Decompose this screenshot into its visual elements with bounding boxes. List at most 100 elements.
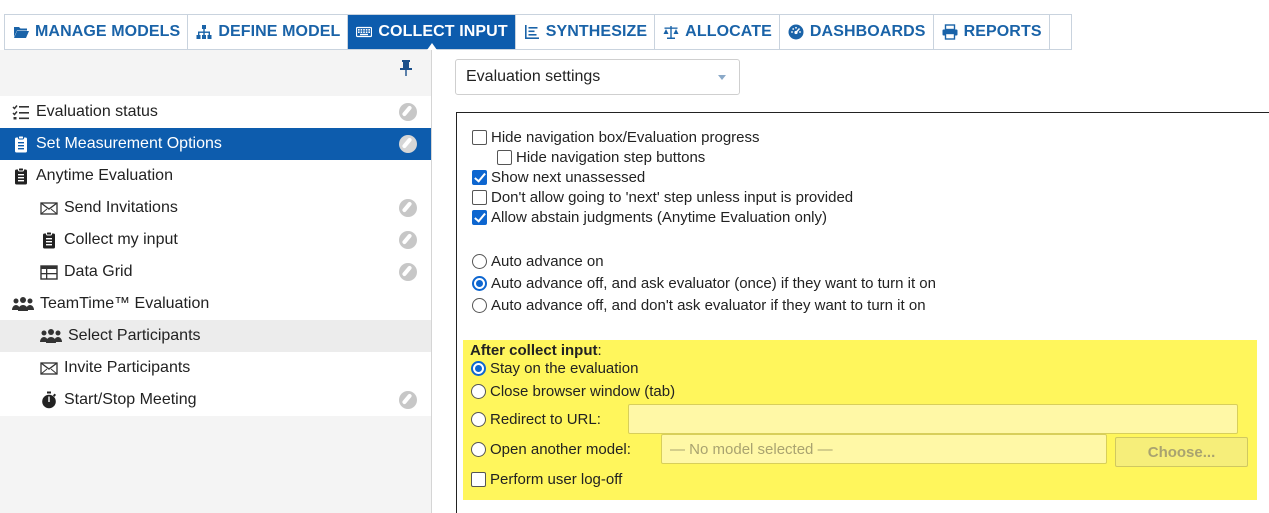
hierarchy-icon bbox=[196, 25, 212, 39]
model-select-field[interactable]: — No model selected — bbox=[661, 434, 1107, 464]
radio-redirect-url[interactable]: Redirect to URL: bbox=[471, 411, 601, 428]
sidebar-item-label: Invite Participants bbox=[64, 359, 191, 376]
sidebar-item-anytime-evaluation[interactable]: Anytime Evaluation bbox=[0, 160, 431, 192]
completed-check-icon bbox=[399, 391, 417, 409]
users-icon bbox=[12, 297, 34, 311]
show-next-unassessed-checkbox[interactable] bbox=[472, 170, 487, 185]
sidebar-item-label: Select Participants bbox=[68, 327, 201, 344]
redirect-url-input[interactable] bbox=[628, 404, 1238, 434]
option-perform-logoff[interactable]: Perform user log-off bbox=[471, 471, 622, 488]
list-icon bbox=[524, 25, 539, 39]
tab-define-model[interactable]: DEFINE MODEL bbox=[188, 15, 349, 49]
tab-label: MANAGE MODELS bbox=[35, 23, 181, 40]
sidebar-item-teamtime-evaluation[interactable]: TeamTime™ Evaluation bbox=[0, 288, 431, 320]
active-tab-caret bbox=[426, 43, 437, 50]
completed-check-icon bbox=[399, 199, 417, 217]
completed-check-icon bbox=[399, 135, 417, 153]
option-hide-nav-box[interactable]: Hide navigation box/Evaluation progress bbox=[472, 129, 760, 146]
sidebar-item-label: Start/Stop Meeting bbox=[64, 391, 197, 408]
option-dont-allow-next[interactable]: Don't allow going to 'next' step unless … bbox=[472, 189, 853, 206]
choose-model-button[interactable]: Choose... bbox=[1115, 437, 1248, 467]
sidebar-item-label: Send Invitations bbox=[64, 199, 178, 216]
envelope-icon bbox=[40, 362, 58, 375]
perform-logoff-checkbox[interactable] bbox=[471, 472, 486, 487]
model-select-placeholder: — No model selected — bbox=[670, 440, 833, 458]
sidebar-item-start-stop-meeting[interactable]: Start/Stop Meeting bbox=[0, 384, 431, 416]
radio-label: Open another model: bbox=[490, 441, 631, 458]
radio-auto-advance-on[interactable]: Auto advance on bbox=[472, 253, 604, 270]
users-icon bbox=[40, 329, 62, 343]
printer-icon bbox=[942, 24, 958, 40]
tab-dashboards[interactable]: DASHBOARDS bbox=[780, 15, 934, 49]
after-collect-header: After collect input: bbox=[470, 342, 602, 359]
sidebar-item-set-measurement-options[interactable]: Set Measurement Options bbox=[0, 128, 431, 160]
after-collect-header-text: After collect input bbox=[470, 342, 598, 359]
pin-icon[interactable] bbox=[399, 60, 413, 76]
tab-manage-models[interactable]: MANAGE MODELS bbox=[4, 15, 189, 49]
radio-label: Stay on the evaluation bbox=[490, 360, 639, 377]
checklist-icon bbox=[12, 105, 29, 120]
chevron-down-icon bbox=[718, 75, 726, 80]
sidebar-item-label: Anytime Evaluation bbox=[36, 167, 173, 184]
sidebar: Evaluation status Set Measurement Option… bbox=[0, 50, 432, 513]
folder-open-icon bbox=[14, 27, 29, 38]
clipboard-list-icon bbox=[15, 135, 27, 153]
clipboard-icon bbox=[43, 231, 55, 249]
option-label: Hide navigation step buttons bbox=[516, 149, 706, 166]
option-label: Perform user log-off bbox=[490, 471, 623, 488]
completed-check-icon bbox=[399, 103, 417, 121]
tab-label: DEFINE MODEL bbox=[218, 23, 341, 40]
allow-abstain-checkbox[interactable] bbox=[472, 210, 487, 225]
after-collect-header-colon: : bbox=[597, 342, 602, 359]
tab-label: REPORTS bbox=[963, 23, 1042, 40]
sidebar-list: Evaluation status Set Measurement Option… bbox=[0, 96, 431, 416]
auto-advance-off-ask-radio[interactable] bbox=[472, 276, 487, 291]
option-allow-abstain[interactable]: Allow abstain judgments (Anytime Evaluat… bbox=[472, 209, 827, 226]
stay-on-evaluation-radio[interactable] bbox=[471, 361, 486, 376]
auto-advance-off-dont-ask-radio[interactable] bbox=[472, 298, 487, 313]
sidebar-item-data-grid[interactable]: Data Grid bbox=[0, 256, 431, 288]
settings-select[interactable]: Evaluation settings bbox=[455, 59, 740, 95]
sidebar-item-invite-participants[interactable]: Invite Participants bbox=[0, 352, 431, 384]
close-browser-radio[interactable] bbox=[471, 384, 486, 399]
radio-label: Close browser window (tab) bbox=[490, 383, 676, 400]
tab-synthesize[interactable]: SYNTHESIZE bbox=[516, 15, 656, 49]
tab-spacer bbox=[1050, 15, 1072, 49]
redirect-url-radio[interactable] bbox=[471, 412, 486, 427]
open-another-model-radio[interactable] bbox=[471, 442, 486, 457]
top-strip bbox=[0, 0, 1269, 14]
completed-check-icon bbox=[399, 231, 417, 249]
radio-stay-on-evaluation[interactable]: Stay on the evaluation bbox=[471, 360, 638, 377]
clipboard-icon bbox=[15, 167, 27, 185]
sidebar-item-send-invitations[interactable]: Send Invitations bbox=[0, 192, 431, 224]
radio-auto-advance-off-ask[interactable]: Auto advance off, and ask evaluator (onc… bbox=[472, 275, 936, 292]
tab-label: DASHBOARDS bbox=[809, 23, 926, 40]
table-grid-icon bbox=[40, 265, 58, 280]
sidebar-item-collect-my-input[interactable]: Collect my input bbox=[0, 224, 431, 256]
option-label: Hide navigation box/Evaluation progress bbox=[491, 129, 760, 146]
settings-select-value: Evaluation settings bbox=[466, 68, 601, 85]
top-navigation: MANAGE MODELS DEFINE MODEL COLLECT INPUT… bbox=[0, 0, 1269, 50]
tab-allocate[interactable]: ALLOCATE bbox=[655, 15, 780, 49]
option-hide-nav-buttons[interactable]: Hide navigation step buttons bbox=[497, 149, 705, 166]
radio-close-browser[interactable]: Close browser window (tab) bbox=[471, 383, 675, 400]
option-label: Allow abstain judgments (Anytime Evaluat… bbox=[491, 209, 827, 226]
auto-advance-on-radio[interactable] bbox=[472, 254, 487, 269]
radio-label: Auto advance on bbox=[491, 253, 604, 270]
hide-nav-buttons-checkbox[interactable] bbox=[497, 150, 512, 165]
tab-label: SYNTHESIZE bbox=[545, 23, 648, 40]
option-label: Don't allow going to 'next' step unless … bbox=[491, 189, 854, 206]
radio-label: Redirect to URL: bbox=[490, 411, 601, 428]
sidebar-item-label: Evaluation status bbox=[36, 103, 158, 120]
sidebar-item-select-participants[interactable]: Select Participants bbox=[0, 320, 431, 352]
radio-auto-advance-off-dont-ask[interactable]: Auto advance off, and don't ask evaluato… bbox=[472, 297, 926, 314]
hide-nav-box-checkbox[interactable] bbox=[472, 130, 487, 145]
sidebar-item-evaluation-status[interactable]: Evaluation status bbox=[0, 96, 431, 128]
sidebar-item-label: Data Grid bbox=[64, 263, 133, 280]
option-show-next-unassessed[interactable]: Show next unassessed bbox=[472, 169, 645, 186]
main-content: Evaluation settings Hide navigation box/… bbox=[433, 50, 1269, 513]
radio-open-another-model[interactable]: Open another model: bbox=[471, 441, 631, 458]
dont-allow-next-checkbox[interactable] bbox=[472, 190, 487, 205]
tab-reports[interactable]: REPORTS bbox=[934, 15, 1050, 49]
tab-collect-input[interactable]: COLLECT INPUT bbox=[348, 15, 516, 50]
